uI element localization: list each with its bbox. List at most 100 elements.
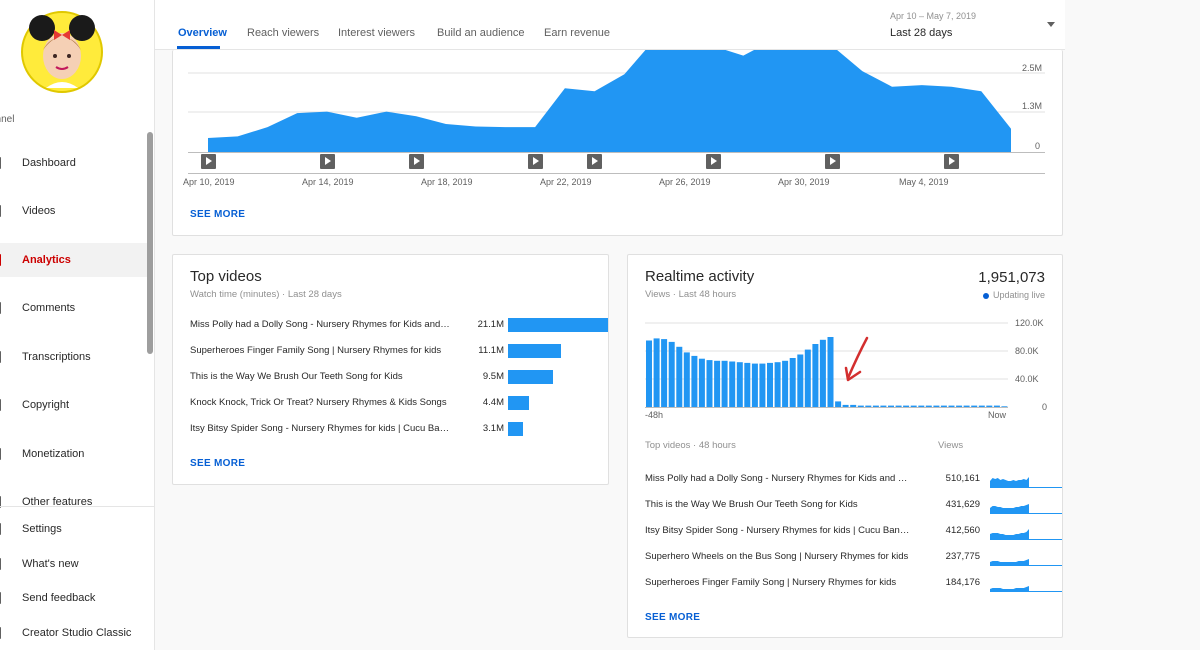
tab-earn-revenue[interactable]: Earn revenue — [544, 27, 610, 39]
overview-area-chart[interactable] — [173, 50, 1064, 190]
video-title[interactable]: Superheroes Finger Family Song | Nursery… — [190, 345, 452, 356]
sidebar-item-comments[interactable]: Comments — [0, 291, 148, 325]
video-publish-marker-icon[interactable] — [319, 154, 335, 169]
realtime-bar[interactable] — [767, 362, 773, 407]
realtime-bar[interactable] — [744, 362, 751, 407]
realtime-bar[interactable] — [812, 344, 819, 407]
channel-avatar[interactable] — [20, 10, 104, 94]
overview-see-more-link[interactable]: SEE MORE — [190, 209, 245, 220]
realtime-bar[interactable] — [978, 405, 985, 407]
realtime-bar[interactable] — [653, 338, 660, 407]
realtime-bar[interactable] — [850, 404, 857, 407]
video-publish-marker-icon[interactable] — [408, 154, 424, 169]
sidebar-item-videos[interactable]: Videos — [0, 194, 148, 228]
top-video-row[interactable]: Miss Polly had a Dolly Song - Nursery Rh… — [190, 318, 608, 334]
video-title[interactable]: Miss Polly had a Dolly Song - Nursery Rh… — [190, 319, 452, 330]
realtime-bar[interactable] — [683, 352, 690, 407]
sidebar-scrollbar[interactable] — [147, 132, 153, 354]
realtime-bar[interactable] — [797, 354, 804, 408]
realtime-bar[interactable] — [646, 340, 652, 408]
tab-interest-viewers[interactable]: Interest viewers — [338, 27, 415, 39]
video-publish-marker-icon[interactable] — [200, 154, 216, 169]
realtime-bar[interactable] — [993, 405, 1000, 407]
realtime-bar[interactable] — [986, 405, 993, 407]
top-videos-see-more-link[interactable]: SEE MORE — [190, 458, 245, 469]
realtime-bar[interactable] — [933, 405, 940, 407]
realtime-bar[interactable] — [865, 405, 872, 407]
top-video-row[interactable]: Superheroes Finger Family Song | Nursery… — [190, 344, 605, 360]
realtime-video-row[interactable]: Itsy Bitsy Spider Song - Nursery Rhymes … — [645, 524, 1062, 540]
sidebar-item-whats-new[interactable]: What's new — [0, 547, 148, 581]
sidebar-item-transcriptions[interactable]: Transcriptions — [0, 340, 148, 374]
realtime-bar[interactable] — [888, 405, 894, 407]
realtime-bar[interactable] — [676, 346, 683, 407]
top-video-row[interactable]: This is the Way We Brush Our Teeth Song … — [190, 370, 605, 386]
realtime-bar[interactable] — [661, 339, 668, 407]
tab-reach-viewers[interactable]: Reach viewers — [247, 27, 319, 39]
realtime-video-row[interactable]: Superheroes Finger Family Song | Nursery… — [645, 576, 1062, 592]
sidebar-item-monetization[interactable]: Monetization — [0, 437, 148, 471]
top-video-row[interactable]: Knock Knock, Trick Or Treat? Nursery Rhy… — [190, 396, 605, 412]
date-range-text[interactable]: Apr 10 – May 7, 2019 — [890, 11, 976, 21]
realtime-bar[interactable] — [751, 363, 758, 407]
realtime-see-more-link[interactable]: SEE MORE — [645, 612, 700, 623]
realtime-bar[interactable] — [895, 405, 902, 407]
sidebar-item-settings[interactable]: Settings — [0, 512, 148, 546]
realtime-bar[interactable] — [940, 405, 947, 407]
video-title[interactable]: Itsy Bitsy Spider Song - Nursery Rhymes … — [190, 423, 452, 434]
realtime-bar[interactable] — [1001, 406, 1008, 407]
realtime-bar[interactable] — [872, 405, 879, 407]
video-publish-marker-icon[interactable] — [706, 154, 722, 169]
realtime-bar[interactable] — [963, 405, 970, 407]
realtime-bar[interactable] — [910, 405, 917, 407]
realtime-video-row[interactable]: Superhero Wheels on the Bus Song | Nurse… — [645, 550, 1062, 566]
realtime-bar[interactable] — [804, 349, 811, 407]
video-title[interactable]: Superheroes Finger Family Song | Nursery… — [645, 577, 913, 588]
realtime-bar[interactable] — [668, 341, 675, 407]
video-publish-marker-icon[interactable] — [527, 154, 543, 169]
video-publish-marker-icon[interactable] — [587, 154, 603, 169]
video-title[interactable]: Miss Polly had a Dolly Song - Nursery Rh… — [645, 473, 913, 484]
realtime-bar[interactable] — [691, 355, 698, 407]
realtime-bar[interactable] — [774, 362, 781, 407]
realtime-bar[interactable] — [698, 358, 705, 407]
realtime-bar[interactable] — [903, 405, 910, 407]
realtime-bar[interactable] — [857, 405, 864, 407]
realtime-bar[interactable] — [918, 405, 925, 407]
video-title[interactable]: Itsy Bitsy Spider Song - Nursery Rhymes … — [645, 525, 913, 536]
sidebar-item-copyright[interactable]: Copyright — [0, 388, 148, 422]
realtime-bar[interactable] — [971, 405, 978, 407]
chevron-down-icon[interactable] — [1047, 22, 1055, 27]
realtime-bar[interactable] — [729, 361, 736, 408]
video-title[interactable]: This is the Way We Brush Our Teeth Song … — [190, 371, 452, 382]
realtime-bar[interactable] — [736, 362, 743, 407]
realtime-bar[interactable] — [789, 358, 796, 407]
sidebar-item-send-feedback[interactable]: Send feedback — [0, 581, 148, 615]
video-publish-marker-icon[interactable] — [944, 154, 959, 169]
sidebar-item-dashboard[interactable]: Dashboard — [0, 146, 148, 180]
realtime-bar-chart[interactable] — [628, 310, 1064, 485]
realtime-bar[interactable] — [880, 405, 887, 407]
realtime-bar[interactable] — [835, 401, 842, 407]
top-video-row[interactable]: Itsy Bitsy Spider Song - Nursery Rhymes … — [190, 422, 605, 438]
realtime-bar[interactable] — [925, 405, 932, 407]
video-title[interactable]: Knock Knock, Trick Or Treat? Nursery Rhy… — [190, 397, 452, 408]
tab-build-audience[interactable]: Build an audience — [437, 27, 524, 39]
realtime-bar[interactable] — [827, 337, 834, 407]
realtime-bar[interactable] — [759, 363, 766, 407]
sidebar-item-creator-studio-classic[interactable]: Creator Studio Classic — [0, 616, 148, 650]
tab-overview[interactable]: Overview — [178, 27, 227, 39]
date-period-selector[interactable]: Last 28 days — [890, 27, 952, 39]
realtime-video-row[interactable]: This is the Way We Brush Our Teeth Song … — [645, 498, 1062, 514]
realtime-bar[interactable] — [721, 360, 728, 407]
video-title[interactable]: This is the Way We Brush Our Teeth Song … — [645, 499, 913, 510]
realtime-bar[interactable] — [714, 360, 721, 407]
realtime-bar[interactable] — [956, 405, 963, 407]
realtime-bar[interactable] — [842, 404, 849, 407]
sidebar-item-analytics[interactable]: Analytics — [0, 243, 148, 277]
realtime-bar[interactable] — [782, 360, 789, 407]
realtime-bar[interactable] — [948, 405, 955, 407]
realtime-video-row[interactable]: Miss Polly had a Dolly Song - Nursery Rh… — [645, 472, 1062, 488]
realtime-bar[interactable] — [706, 360, 713, 407]
video-publish-marker-icon[interactable] — [825, 154, 841, 169]
